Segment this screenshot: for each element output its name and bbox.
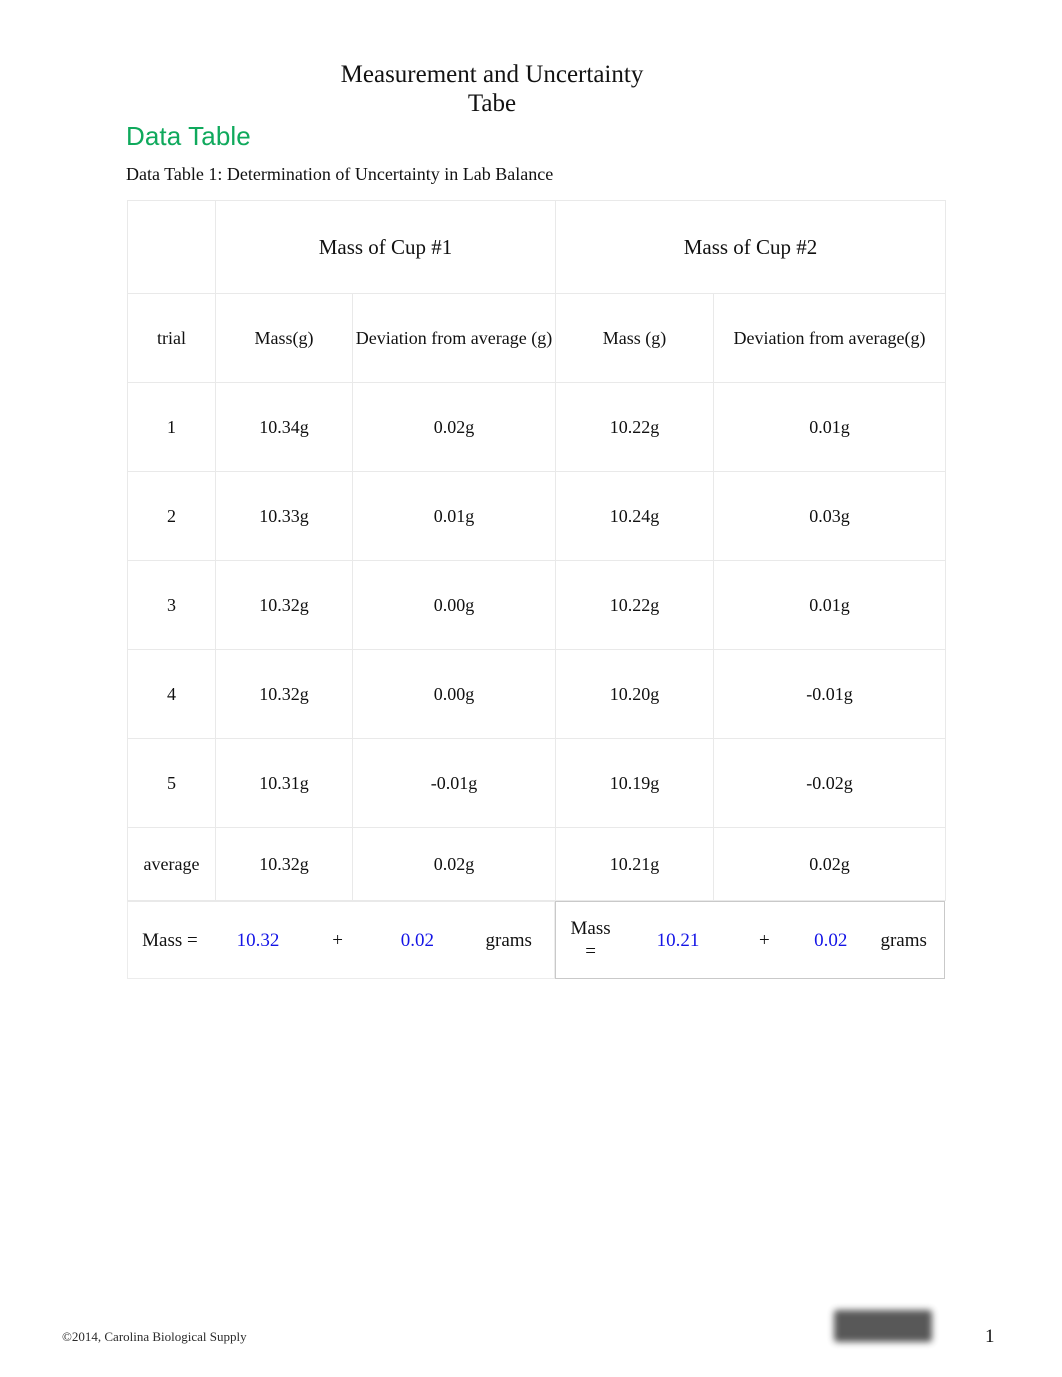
cell-trial: 3 [127,560,216,650]
table-row: 2 10.33g 0.01g 10.24g 0.03g [127,471,946,561]
cell-average-label: average [127,827,216,901]
cell-cup1-deviation[interactable]: 0.00g [352,560,556,650]
page-title-line-2: Tabe [467,90,517,117]
column-header-cup1-mass: Mass(g) [215,293,353,383]
page-title-line-1: Measurement and Uncertainty [340,61,644,88]
cell-cup1-mass[interactable]: 10.32g [215,560,353,650]
page-number: 1 [985,1326,995,1347]
table-row: 1 10.34g 0.02g 10.22g 0.01g [127,382,946,472]
cell-cup2-deviation[interactable]: 0.01g [713,382,946,472]
summary-cup1-value[interactable]: 10.32 [212,929,304,952]
summary-cup2-units: grams [880,929,927,951]
summary-cup2-value[interactable]: 10.21 [625,929,731,952]
summary-cup2-label: Mass = [556,917,625,963]
cell-cup2-deviation[interactable]: 0.01g [713,560,946,650]
group-header-blank [127,200,216,294]
table-average-row: average 10.32g 0.02g 10.21g 0.02g [127,827,946,901]
summary-cup1-label: Mass = [142,929,198,951]
summary-row: Mass = 10.32 + 0.02 grams Mass = 10.21 +… [127,901,945,979]
table-row: 5 10.31g -0.01g 10.19g -0.02g [127,738,946,828]
column-header-cup1-deviation: Deviation from average (g) [352,293,556,383]
cell-trial: 2 [127,471,216,561]
footer-copyright: ©2014, Carolina Biological Supply [62,1329,247,1344]
cell-cup2-deviation[interactable]: -0.02g [713,738,946,828]
cell-cup1-mass[interactable]: 10.32g [215,649,353,739]
cell-cup2-mass[interactable]: 10.22g [555,560,714,650]
redacted-logo-block [834,1310,932,1342]
cell-cup1-mass[interactable]: 10.34g [215,382,353,472]
summary-cup2-label-equals: = [585,941,596,962]
group-header-cup-2: Mass of Cup #2 [555,200,946,294]
cell-cup1-deviation[interactable]: 0.01g [352,471,556,561]
summary-cup-1: Mass = 10.32 + 0.02 grams [127,901,555,979]
summary-cup2-label-word: Mass [570,918,611,939]
section-heading-data-table: Data Table [126,121,251,151]
summary-cup1-units: grams [485,929,532,951]
cell-cup2-mass[interactable]: 10.19g [555,738,714,828]
cell-cup1-mass[interactable]: 10.31g [215,738,353,828]
table-row: 4 10.32g 0.00g 10.20g -0.01g [127,649,946,739]
cell-cup1-mass[interactable]: 10.33g [215,471,353,561]
cell-trial: 4 [127,649,216,739]
table-caption: Data Table 1: Determination of Uncertain… [126,164,554,184]
cell-trial: 1 [127,382,216,472]
summary-cup-2: Mass = 10.21 + 0.02 grams [555,901,945,979]
cell-trial: 5 [127,738,216,828]
table-column-header-row: trial Mass(g) Deviation from average (g)… [127,293,946,383]
summary-cup2-uncertainty[interactable]: 0.02 [798,929,863,952]
group-header-cup-1: Mass of Cup #1 [215,200,556,294]
cell-cup1-deviation[interactable]: 0.00g [352,649,556,739]
cell-cup2-mass[interactable]: 10.20g [555,649,714,739]
cell-cup2-deviation[interactable]: -0.01g [713,649,946,739]
cell-cup2-deviation[interactable]: 0.03g [713,471,946,561]
column-header-cup2-mass: Mass (g) [555,293,714,383]
summary-cup1-uncertainty[interactable]: 0.02 [371,929,463,952]
cell-cup2-mass[interactable]: 10.22g [555,382,714,472]
table-group-header-row: Mass of Cup #1 Mass of Cup #2 [127,200,946,294]
column-header-trial: trial [127,293,216,383]
cell-cup1-deviation[interactable]: -0.01g [352,738,556,828]
cell-average-cup1-deviation[interactable]: 0.02g [352,827,556,901]
cell-cup2-mass[interactable]: 10.24g [555,471,714,561]
column-header-cup2-deviation: Deviation from average(g) [713,293,946,383]
cell-average-cup2-mass[interactable]: 10.21g [555,827,714,901]
cell-average-cup1-mass[interactable]: 10.32g [215,827,353,901]
summary-cup2-operator: + [759,929,770,951]
cell-average-cup2-deviation[interactable]: 0.02g [713,827,946,901]
page-title: Measurement and Uncertainty Tabe [120,60,864,118]
table-row: 3 10.32g 0.00g 10.22g 0.01g [127,560,946,650]
summary-cup1-operator: + [332,929,344,951]
data-table-1: Mass of Cup #1 Mass of Cup #2 trial Mass… [127,200,946,901]
data-table-container: Mass of Cup #1 Mass of Cup #2 trial Mass… [127,200,946,979]
cell-cup1-deviation[interactable]: 0.02g [352,382,556,472]
